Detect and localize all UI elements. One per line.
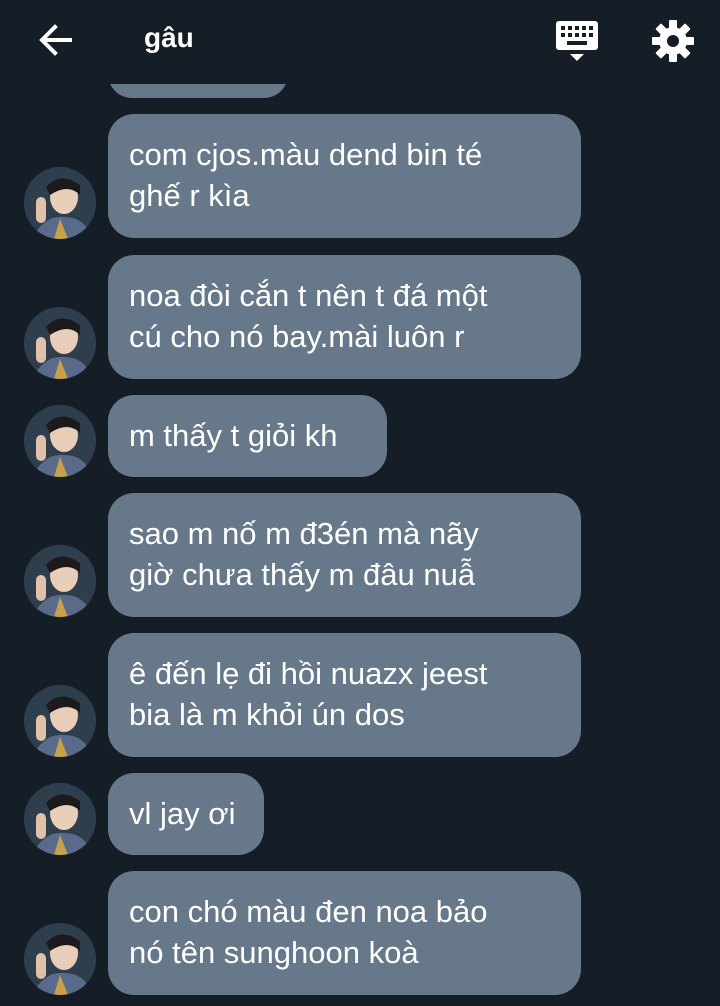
message-bubble[interactable]: sao m nố m đ3én mà nãy giờ chưa thấy m đ… <box>108 493 581 617</box>
avatar[interactable] <box>24 783 96 855</box>
back-button[interactable] <box>34 18 78 62</box>
message-bubble[interactable]: ê đến lẹ đi hồi nuazx jeest bia là m khỏ… <box>108 633 581 757</box>
avatar[interactable] <box>24 307 96 379</box>
message-bubble[interactable]: com cjos.màu dend bin té ghế r kìa <box>108 114 581 238</box>
message-bubble[interactable]: vl jay ơi <box>108 773 264 855</box>
chat-title: gâu <box>144 22 194 53</box>
top-bar: gâu <box>0 0 720 84</box>
arrow-left-icon <box>39 24 72 56</box>
gear-icon <box>652 20 694 62</box>
avatar[interactable] <box>24 923 96 995</box>
message-bubble[interactable]: con chó màu đen noa bảo nó tên sunghoon … <box>108 871 581 995</box>
keyboard-button[interactable] <box>552 18 602 64</box>
avatar[interactable] <box>24 405 96 477</box>
avatar[interactable] <box>24 167 96 239</box>
message-bubble[interactable]: noa đòi cắn t nên t đá một cú cho nó bay… <box>108 255 581 379</box>
message-bubble[interactable]: m thấy t giỏi kh <box>108 395 387 477</box>
avatar[interactable] <box>24 685 96 757</box>
message-list[interactable]: com cjos.màu dend bin té ghế r kìa noa đ… <box>0 0 720 1006</box>
keyboard-icon <box>556 21 598 61</box>
avatar[interactable] <box>24 545 96 617</box>
settings-button[interactable] <box>648 16 698 66</box>
